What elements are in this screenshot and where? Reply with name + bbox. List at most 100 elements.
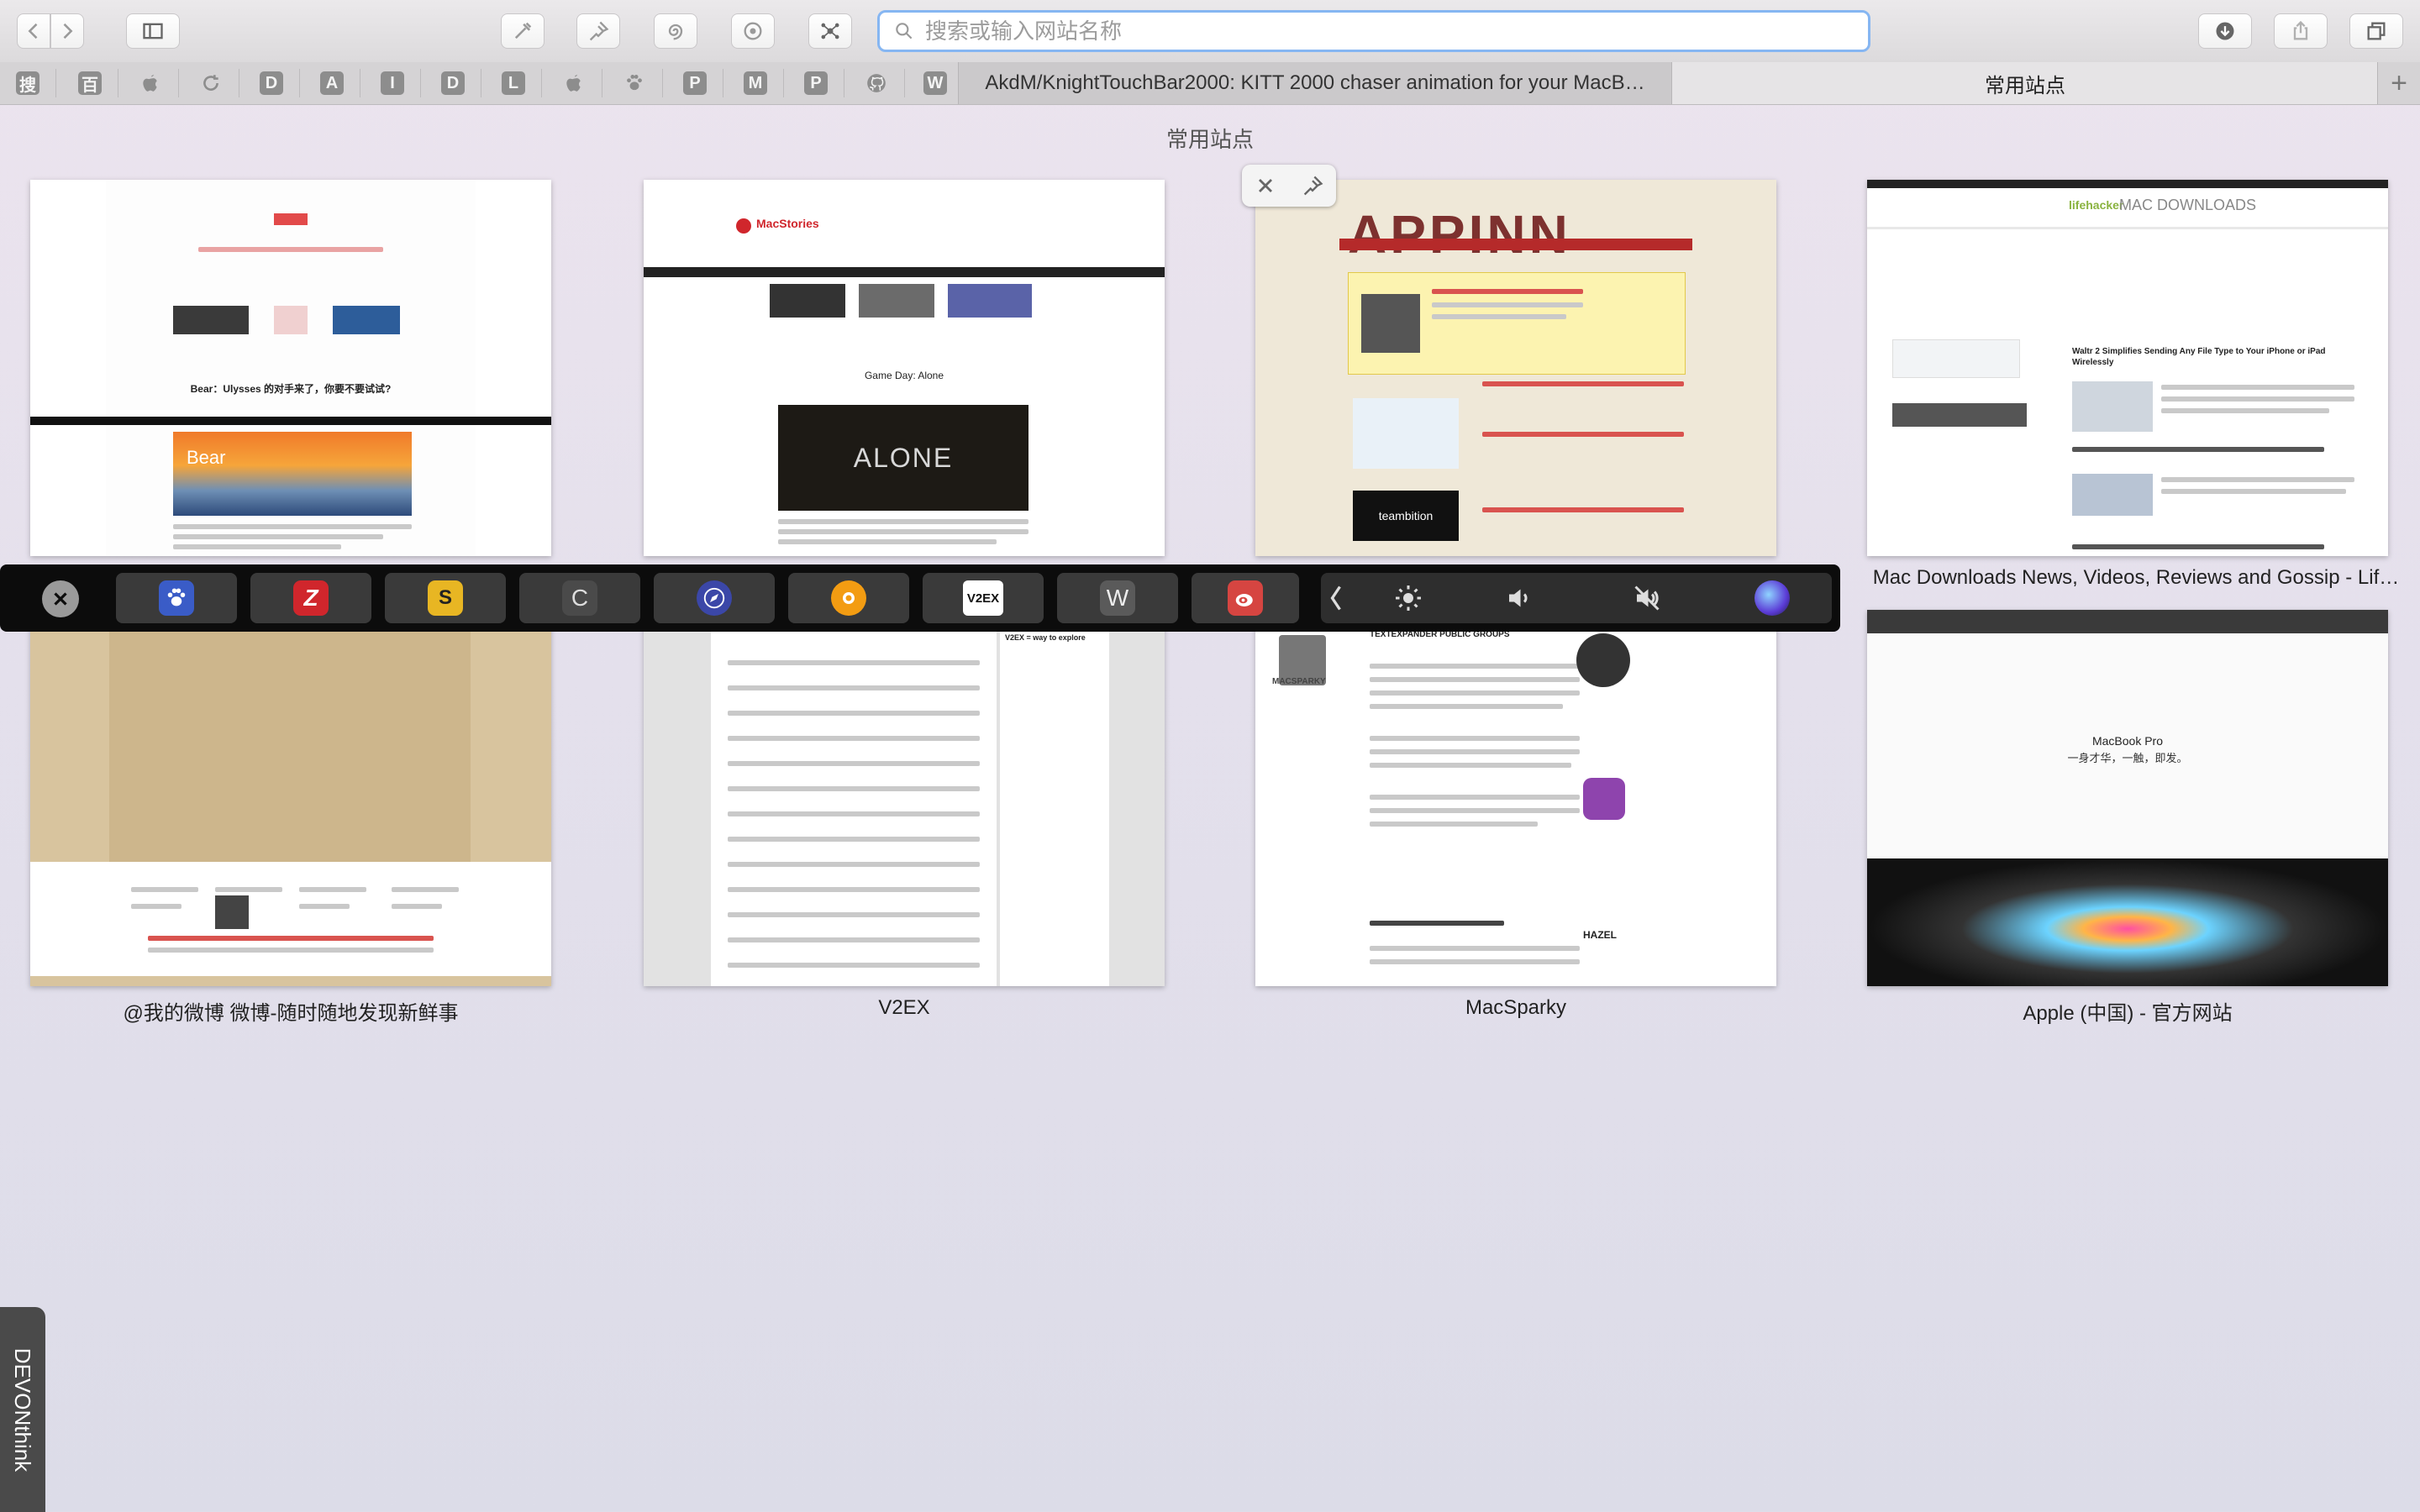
m-letter-icon: M bbox=[744, 71, 767, 95]
favorite-apple[interactable] bbox=[136, 69, 165, 97]
touchbar-app-compass[interactable] bbox=[654, 573, 775, 623]
tab-title: 常用站点 bbox=[1985, 74, 2065, 97]
top-site-thumbnail-7[interactable]: MACSPARKY TEXTEXPANDER PUBLIC GROUPS HAZ… bbox=[1255, 610, 1776, 986]
siri-icon bbox=[1754, 580, 1790, 616]
favorite-l[interactable]: L bbox=[499, 69, 528, 97]
tab-title: AkdM/KnightTouchBar2000: KITT 2000 chase… bbox=[985, 71, 1645, 94]
favorite-github[interactable] bbox=[862, 69, 891, 97]
favorite-p1[interactable]: P bbox=[681, 69, 709, 97]
tab-knighttouchbar[interactable]: AkdM/KnightTouchBar2000: KITT 2000 chase… bbox=[958, 62, 1672, 104]
paw-icon bbox=[159, 580, 194, 616]
d-letter-icon: D bbox=[260, 71, 283, 95]
touchbar-brightness-button[interactable] bbox=[1361, 573, 1455, 623]
touchbar-siri-button[interactable] bbox=[1734, 573, 1810, 623]
github-icon bbox=[867, 74, 886, 92]
close-icon bbox=[1259, 179, 1272, 192]
section-title: MAC DOWNLOADS bbox=[2119, 197, 2257, 213]
address-bar[interactable] bbox=[877, 10, 1870, 52]
top-site-thumbnail-2[interactable]: MacStories Game Day: Alone ALONE bbox=[644, 180, 1165, 556]
network-extension-button[interactable] bbox=[808, 13, 852, 49]
touchbar-close-button[interactable] bbox=[42, 580, 79, 617]
top-sites-heading: 常用站点 bbox=[1165, 127, 1254, 152]
touch-bar: Z S C V2EX W bbox=[0, 564, 1840, 632]
favorites-and-tab-bar: 搜 百 D A I D L P M P W AkdM/KnightTouchBa… bbox=[0, 62, 2420, 105]
z-logo-icon: Z bbox=[293, 580, 329, 616]
l-letter-icon: L bbox=[502, 71, 525, 95]
touchbar-volume-button[interactable] bbox=[1472, 573, 1566, 623]
favorite-m[interactable]: M bbox=[741, 69, 770, 97]
touchbar-app-zhihu[interactable]: Z bbox=[250, 573, 371, 623]
favorite-apple-2[interactable] bbox=[560, 69, 588, 97]
top-site-title-6: V2EX bbox=[878, 996, 930, 1019]
top-site-title-5: @我的微博 微博-随时随地发现新鲜事 bbox=[123, 1002, 459, 1025]
sidebar-button[interactable] bbox=[126, 13, 180, 49]
thumbnail-headline: Game Day: Alone bbox=[864, 370, 944, 381]
w-letter-icon: W bbox=[1100, 580, 1135, 616]
palette-extension-button[interactable] bbox=[731, 13, 775, 49]
top-site-thumbnail-8[interactable]: MacBook Pro 一身才华，一触，即发。 bbox=[1867, 610, 2388, 986]
top-site-thumbnail-1[interactable]: Bear：Ulysses 的对手来了，你要不要试试? Bear bbox=[30, 180, 551, 556]
tab-overview-button[interactable] bbox=[2349, 13, 2403, 49]
touchbar-app-weibo[interactable] bbox=[1192, 573, 1299, 623]
devonthink-label: DEVONthink bbox=[10, 1347, 36, 1472]
touchbar-app-c[interactable]: C bbox=[519, 573, 640, 623]
tab-top-sites[interactable]: 常用站点 bbox=[1672, 62, 2378, 104]
devonthink-sorter-tab[interactable]: DEVONthink bbox=[0, 1307, 45, 1512]
extension-button[interactable] bbox=[501, 13, 544, 49]
forward-button[interactable] bbox=[50, 13, 84, 49]
top-site-thumbnail-4[interactable]: lifehacker MAC DOWNLOADS Waltr 2 Simplif… bbox=[1867, 180, 2388, 556]
touchbar-app-baidu[interactable] bbox=[116, 573, 237, 623]
chevron-left-icon bbox=[1330, 585, 1341, 611]
forward-icon bbox=[63, 23, 73, 39]
paw-icon bbox=[627, 75, 642, 91]
touchbar-mute-button[interactable] bbox=[1600, 573, 1694, 623]
favorite-p2[interactable]: P bbox=[802, 69, 830, 97]
apple-icon bbox=[143, 75, 157, 92]
top-site-thumbnail-6[interactable]: V2EX = way to explore bbox=[644, 610, 1165, 986]
baike-icon: 百 bbox=[78, 71, 102, 95]
favorite-w[interactable]: W bbox=[921, 69, 950, 97]
a-letter-icon: A bbox=[320, 71, 344, 95]
top-site-title-7: MacSparky bbox=[1465, 996, 1567, 1019]
spiral-extension-button[interactable] bbox=[654, 13, 697, 49]
favorite-paw[interactable] bbox=[620, 69, 649, 97]
touchbar-app-sspai[interactable]: S bbox=[385, 573, 506, 623]
downloads-button[interactable] bbox=[2198, 13, 2252, 49]
w-letter-icon: W bbox=[923, 71, 947, 95]
tabs-overview-icon bbox=[2367, 22, 2386, 40]
pin-icon bbox=[589, 21, 609, 41]
favorite-refresh[interactable] bbox=[197, 69, 225, 97]
bear-logo-text: Bear bbox=[187, 447, 226, 468]
top-site-thumbnail-3[interactable]: APPINN teambition bbox=[1255, 180, 1776, 556]
d-letter-icon: D bbox=[441, 71, 465, 95]
favorite-sogou[interactable]: 搜 bbox=[13, 69, 42, 97]
favorite-d1[interactable]: D bbox=[257, 69, 286, 97]
macstories-logo-text: MacStories bbox=[756, 217, 819, 230]
palette-icon bbox=[744, 22, 762, 40]
favorite-a[interactable]: A bbox=[318, 69, 346, 97]
p-letter-icon: P bbox=[804, 71, 828, 95]
touchbar-app-wikipedia[interactable]: W bbox=[1057, 573, 1178, 623]
touchbar-app-orange[interactable] bbox=[788, 573, 909, 623]
thumbnail-hover-controls bbox=[1242, 165, 1336, 207]
p-letter-icon: P bbox=[683, 71, 707, 95]
back-button[interactable] bbox=[17, 13, 50, 49]
address-input[interactable] bbox=[923, 17, 1834, 45]
remove-site-button[interactable] bbox=[1242, 165, 1289, 207]
new-tab-button[interactable]: + bbox=[2377, 62, 2420, 104]
touchbar-expand-button[interactable] bbox=[1321, 573, 1351, 623]
macsparky-logo-text: MACSPARKY bbox=[1272, 677, 1326, 686]
share-button[interactable] bbox=[2274, 13, 2328, 49]
favorite-baidu-baike[interactable]: 百 bbox=[76, 69, 104, 97]
pin-button[interactable] bbox=[576, 13, 620, 49]
share-icon bbox=[2293, 20, 2308, 40]
favorite-d2[interactable]: D bbox=[439, 69, 467, 97]
apple-icon bbox=[566, 75, 581, 92]
sidebar-icon bbox=[143, 23, 163, 39]
pin-site-button[interactable] bbox=[1289, 165, 1336, 207]
favorite-i[interactable]: I bbox=[378, 69, 407, 97]
weibo-icon bbox=[1228, 580, 1263, 616]
touchbar-app-v2ex[interactable]: V2EX bbox=[923, 573, 1044, 623]
v2ex-logo-icon: V2EX bbox=[963, 580, 1003, 616]
top-site-thumbnail-5[interactable] bbox=[30, 610, 551, 986]
